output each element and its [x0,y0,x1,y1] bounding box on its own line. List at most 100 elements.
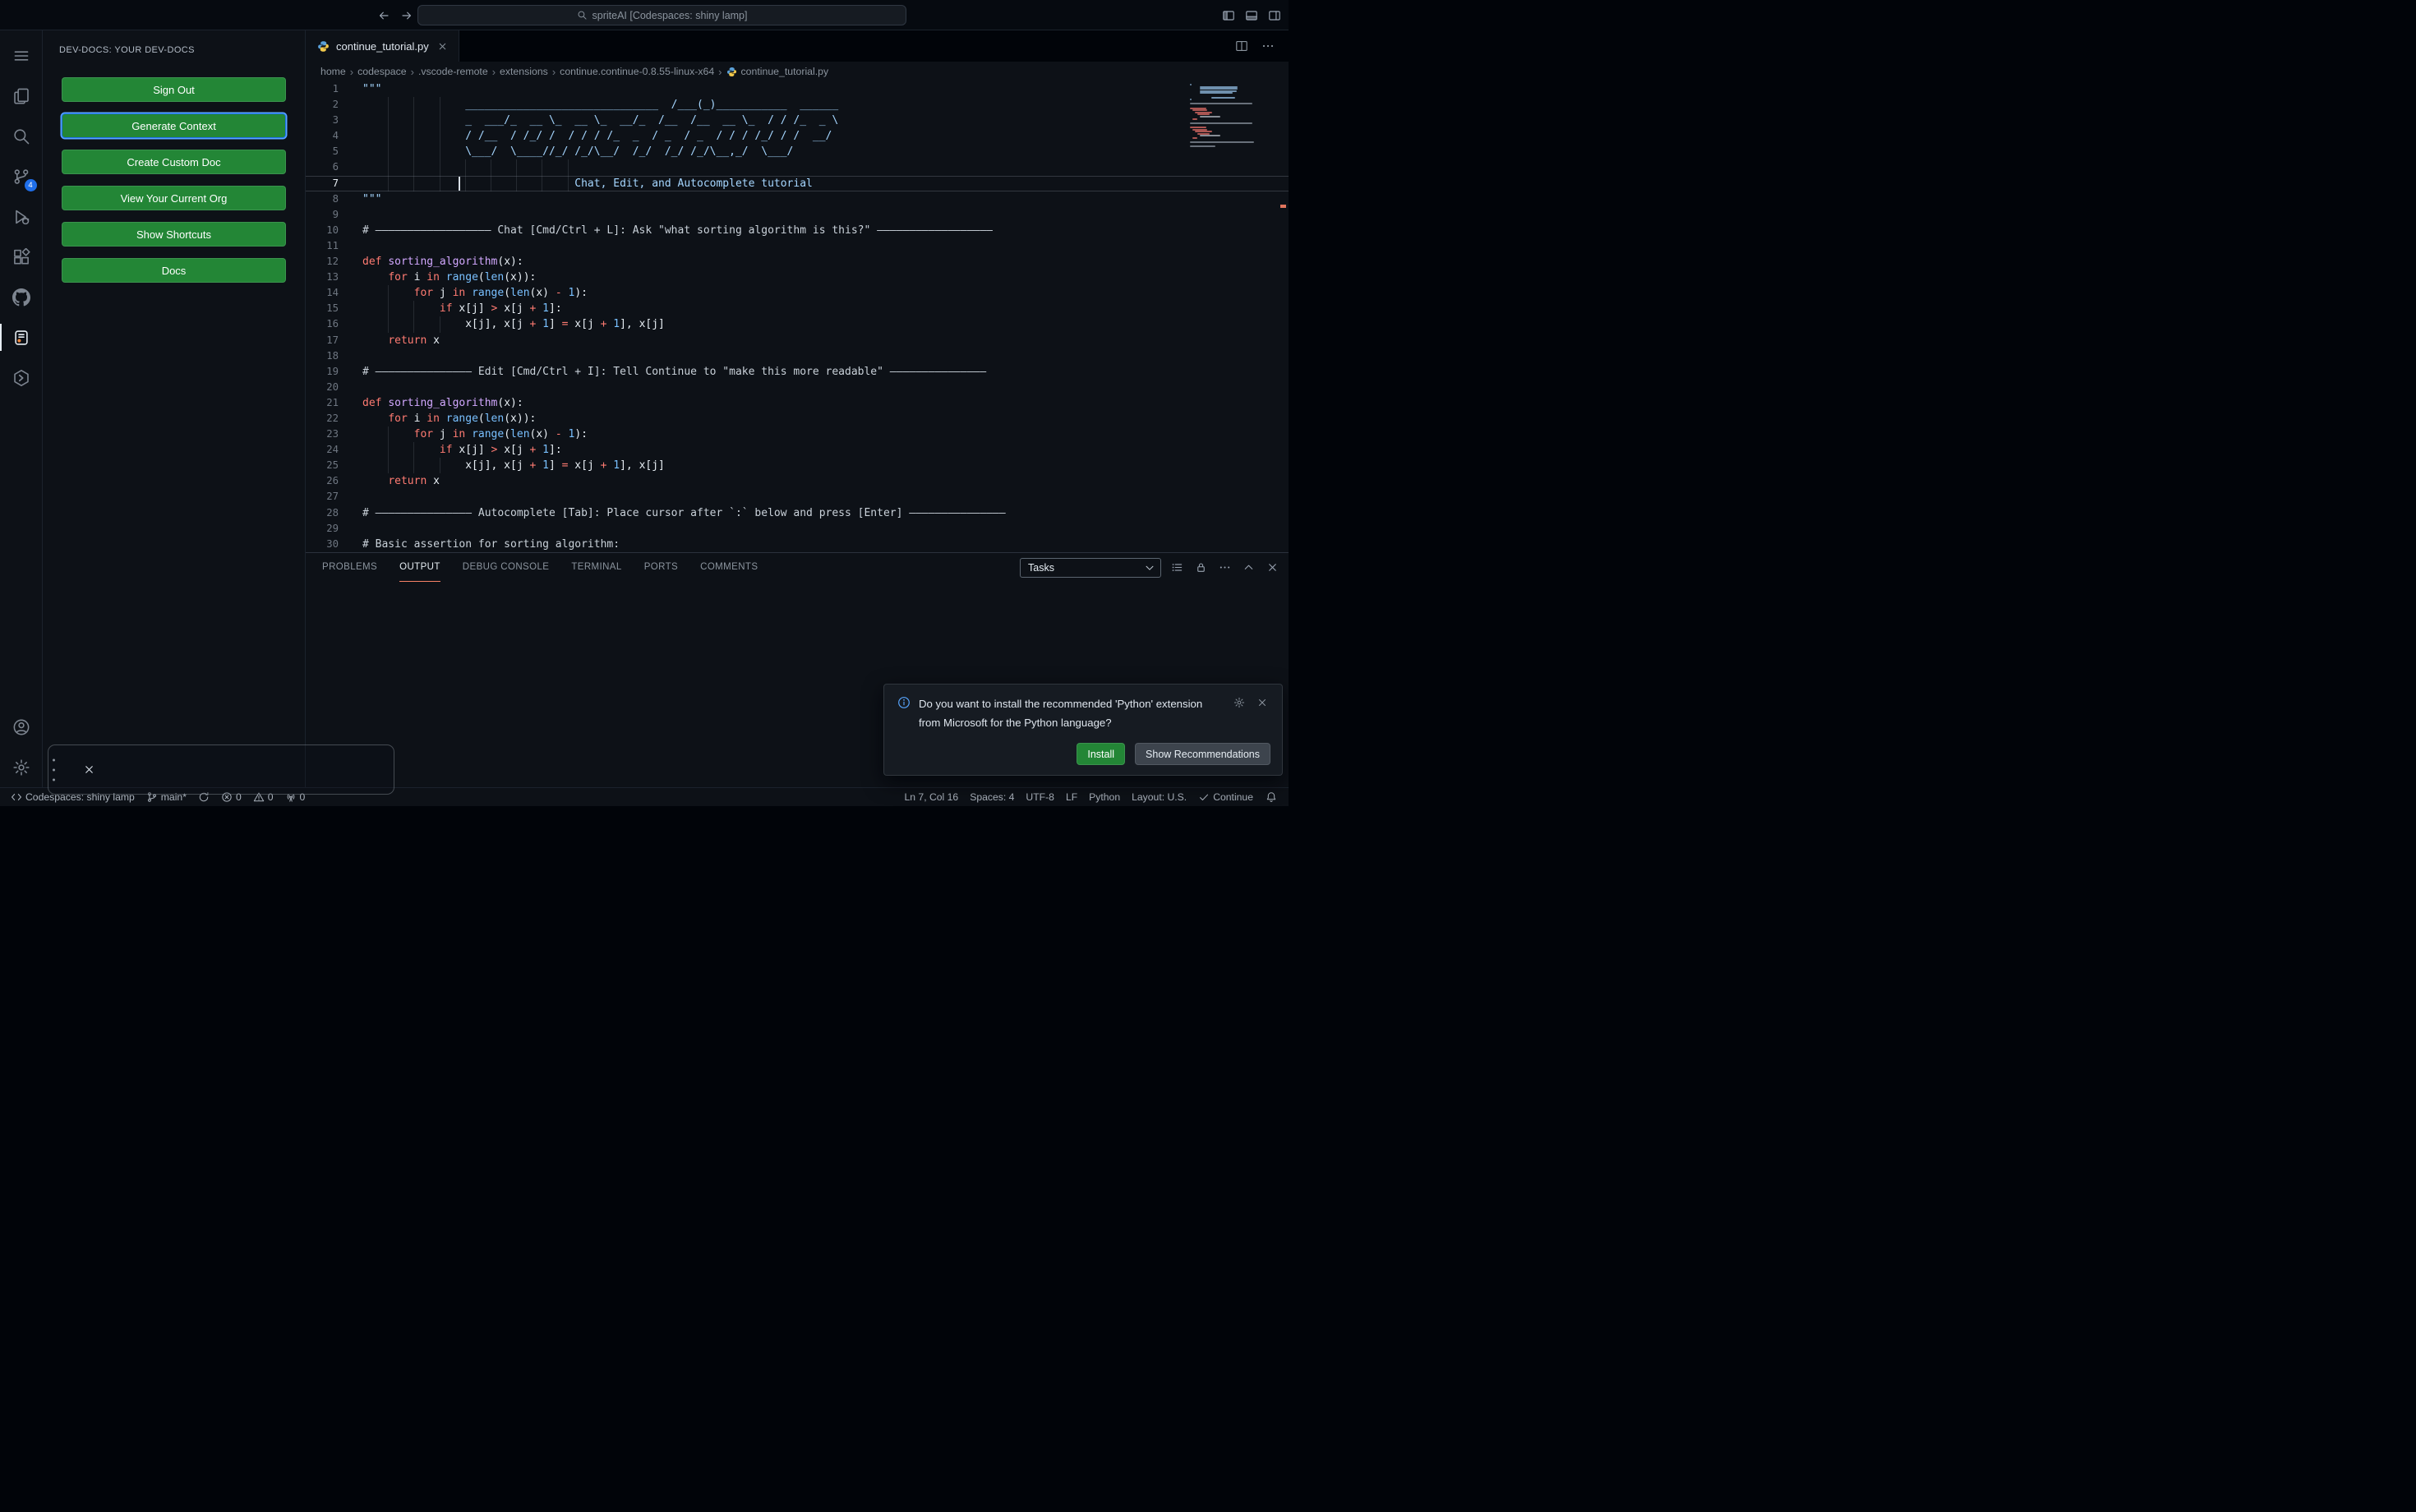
code-line-28[interactable]: 28 # ——————————————— Autocomplete [Tab]: … [306,505,1289,521]
toggle-secondary-sidebar-icon[interactable] [1267,8,1282,23]
code-line-30[interactable]: 30 # Basic assertion for sorting algorith… [306,537,1289,552]
code-line-8[interactable]: 8 """ [306,191,1289,207]
code-line-27[interactable]: 27 [306,489,1289,505]
code-line-17[interactable]: 17 return x [306,333,1289,348]
split-editor-icon[interactable] [1234,39,1249,53]
panel-header: PROBLEMS OUTPUT DEBUG CONSOLE TERMINAL PORTS… [306,553,1289,582]
docs-button[interactable]: Docs [62,258,286,283]
code-line-10[interactable]: 10 # —————————————————— Chat [Cmd/Ctrl + … [306,223,1289,238]
code-line-23[interactable]: 23 for j in range(len(x) - 1): [306,426,1289,443]
panel-more-icon[interactable] [1216,560,1233,576]
panel-tab-ports[interactable]: PORTS [644,553,678,582]
close-panel-icon[interactable] [1264,560,1280,576]
code-line-18[interactable]: 18 [306,348,1289,364]
generate-context-button[interactable]: Generate Context [62,113,286,138]
activity-bar-item-source-control[interactable]: 4 [0,156,43,196]
status-item-spaces-4[interactable]: Spaces: 4 [964,788,1020,806]
code-line-26[interactable]: 26 return x [306,473,1289,489]
panel-tab-debug-console[interactable]: DEBUG CONSOLE [463,553,550,582]
minimap[interactable] [1185,81,1277,552]
status-item-ln-7-col-16[interactable]: Ln 7, Col 16 [898,788,964,806]
more-actions-icon[interactable] [1261,39,1275,53]
breadcrumb-item[interactable]: .vscode-remote [418,66,488,77]
chevron-right-icon: › [349,65,354,78]
code-line-2[interactable]: 2 ______________________________ /___(_)… [306,97,1289,113]
breadcrumb-item[interactable]: continue.continue-0.8.55-linux-x64 [560,66,714,77]
overlay-close-icon[interactable] [83,763,96,777]
line-content: # Basic assertion for sorting algorithm: [362,537,620,551]
code-line-4[interactable]: 4 / /__ / /_/ / / / / /_ _ / _ / _ / / /… [306,128,1289,145]
status-item-python[interactable]: Python [1083,788,1126,806]
code-line-13[interactable]: 13 for i in range(len(x)): [306,270,1289,285]
status-item-lf[interactable]: LF [1060,788,1083,806]
toggle-sidebar-icon[interactable] [1221,8,1236,23]
notifications-bell-icon[interactable] [1259,788,1284,806]
line-number: 22 [326,412,339,424]
code-line-11[interactable]: 11 [306,238,1289,254]
view-your-current-org-button[interactable]: View Your Current Org [62,186,286,210]
code-line-25[interactable]: 25 x[j], x[j + 1] = x[j + 1], x[j] [306,458,1289,474]
notification-settings-icon[interactable] [1231,694,1247,711]
line-content: # ——————————————— Autocomplete [Tab]: Pl… [362,506,1006,519]
output-channel-select[interactable]: Tasks [1020,557,1161,578]
code-line-5[interactable]: 5 \___/ \____//_/ /_/\__/ /_/ /_/ /_/\__… [306,144,1289,160]
status-item-layout-u-s-[interactable]: Layout: U.S. [1126,788,1192,806]
line-number: 23 [326,428,339,440]
activity-bar-item-run-debug[interactable] [0,196,43,237]
activity-bar-item-continue[interactable] [0,357,43,398]
activity-bar-item-settings[interactable] [0,747,43,787]
status-item-utf-8[interactable]: UTF-8 [1020,788,1060,806]
breadcrumb-item[interactable]: codespace [357,66,406,77]
activity-bar-item-account[interactable] [0,707,43,747]
command-center-search[interactable]: spriteAI [Codespaces: shiny lamp] [417,5,906,25]
line-content: # —————————————————— Chat [Cmd/Ctrl + L]… [362,224,994,237]
show-recommendations-button[interactable]: Show Recommendations [1135,743,1270,765]
breadcrumb-file[interactable]: continue_tutorial.py [726,66,828,77]
code-line-9[interactable]: 9 [306,207,1289,223]
code-line-15[interactable]: 15 if x[j] > x[j + 1]: [306,301,1289,317]
install-button[interactable]: Install [1077,743,1126,765]
activity-bar-item-github[interactable] [0,277,43,317]
code-line-29[interactable]: 29 [306,521,1289,537]
code-line-6[interactable]: 6 [306,159,1289,176]
forward-button[interactable] [399,8,414,23]
create-custom-doc-button[interactable]: Create Custom Doc [62,150,286,174]
panel-tab-comments[interactable]: COMMENTS [700,553,758,582]
code-line-1[interactable]: 1 """ [306,81,1289,97]
code-line-12[interactable]: 12 def sorting_algorithm(x): [306,254,1289,270]
line-content: for i in range(len(x)): [388,271,537,284]
code-line-3[interactable]: 3 _ ___/_ __ \_ __ \_ __/_ /__ /__ __ \_… [306,113,1289,129]
code-line-7[interactable]: 7 Chat, Edit, and Autocomplete tutorial [306,175,1289,191]
code-line-19[interactable]: 19 # ——————————————— Edit [Cmd/Ctrl + I]:… [306,364,1289,380]
panel-tab-terminal[interactable]: TERMINAL [571,553,621,582]
sign-out-button[interactable]: Sign Out [62,77,286,102]
panel-tab-output[interactable]: OUTPUT [399,553,440,582]
breadcrumb-item[interactable]: home [320,66,346,77]
code-line-14[interactable]: 14 for j in range(len(x) - 1): [306,285,1289,302]
panel-tab-problems[interactable]: PROBLEMS [322,553,377,582]
line-content: Chat, Edit, and Autocomplete tutorial [362,175,1289,191]
code-line-22[interactable]: 22 for i in range(len(x)): [306,411,1289,426]
back-button[interactable] [376,8,391,23]
notification-close-icon[interactable] [1254,694,1270,711]
activity-bar-item-menu[interactable] [0,35,43,76]
activity-bar-item-search[interactable] [0,116,43,156]
line-number: 26 [326,475,339,487]
code-editor[interactable]: 1 """ 2 ______________________________ /__… [306,81,1289,552]
activity-bar-item-extensions[interactable] [0,237,43,277]
breadcrumb-item[interactable]: extensions [500,66,548,77]
code-line-16[interactable]: 16 x[j], x[j + 1] = x[j + 1], x[j] [306,316,1289,333]
tab-continue-tutorial[interactable]: continue_tutorial.py [306,30,459,62]
activity-bar-item-explorer[interactable] [0,76,43,116]
tab-close-icon[interactable] [436,39,450,53]
lock-scrolling-icon[interactable] [1192,560,1209,576]
status-item-check[interactable]: Continue [1192,788,1259,806]
show-shortcuts-button[interactable]: Show Shortcuts [62,222,286,247]
output-settings-icon[interactable] [1169,560,1185,576]
activity-bar-item-dev-docs[interactable] [0,317,43,357]
code-line-24[interactable]: 24 if x[j] > x[j + 1]: [306,442,1289,459]
maximize-panel-icon[interactable] [1240,560,1256,576]
toggle-panel-icon[interactable] [1244,8,1259,23]
code-line-21[interactable]: 21 def sorting_algorithm(x): [306,395,1289,411]
code-line-20[interactable]: 20 [306,380,1289,395]
